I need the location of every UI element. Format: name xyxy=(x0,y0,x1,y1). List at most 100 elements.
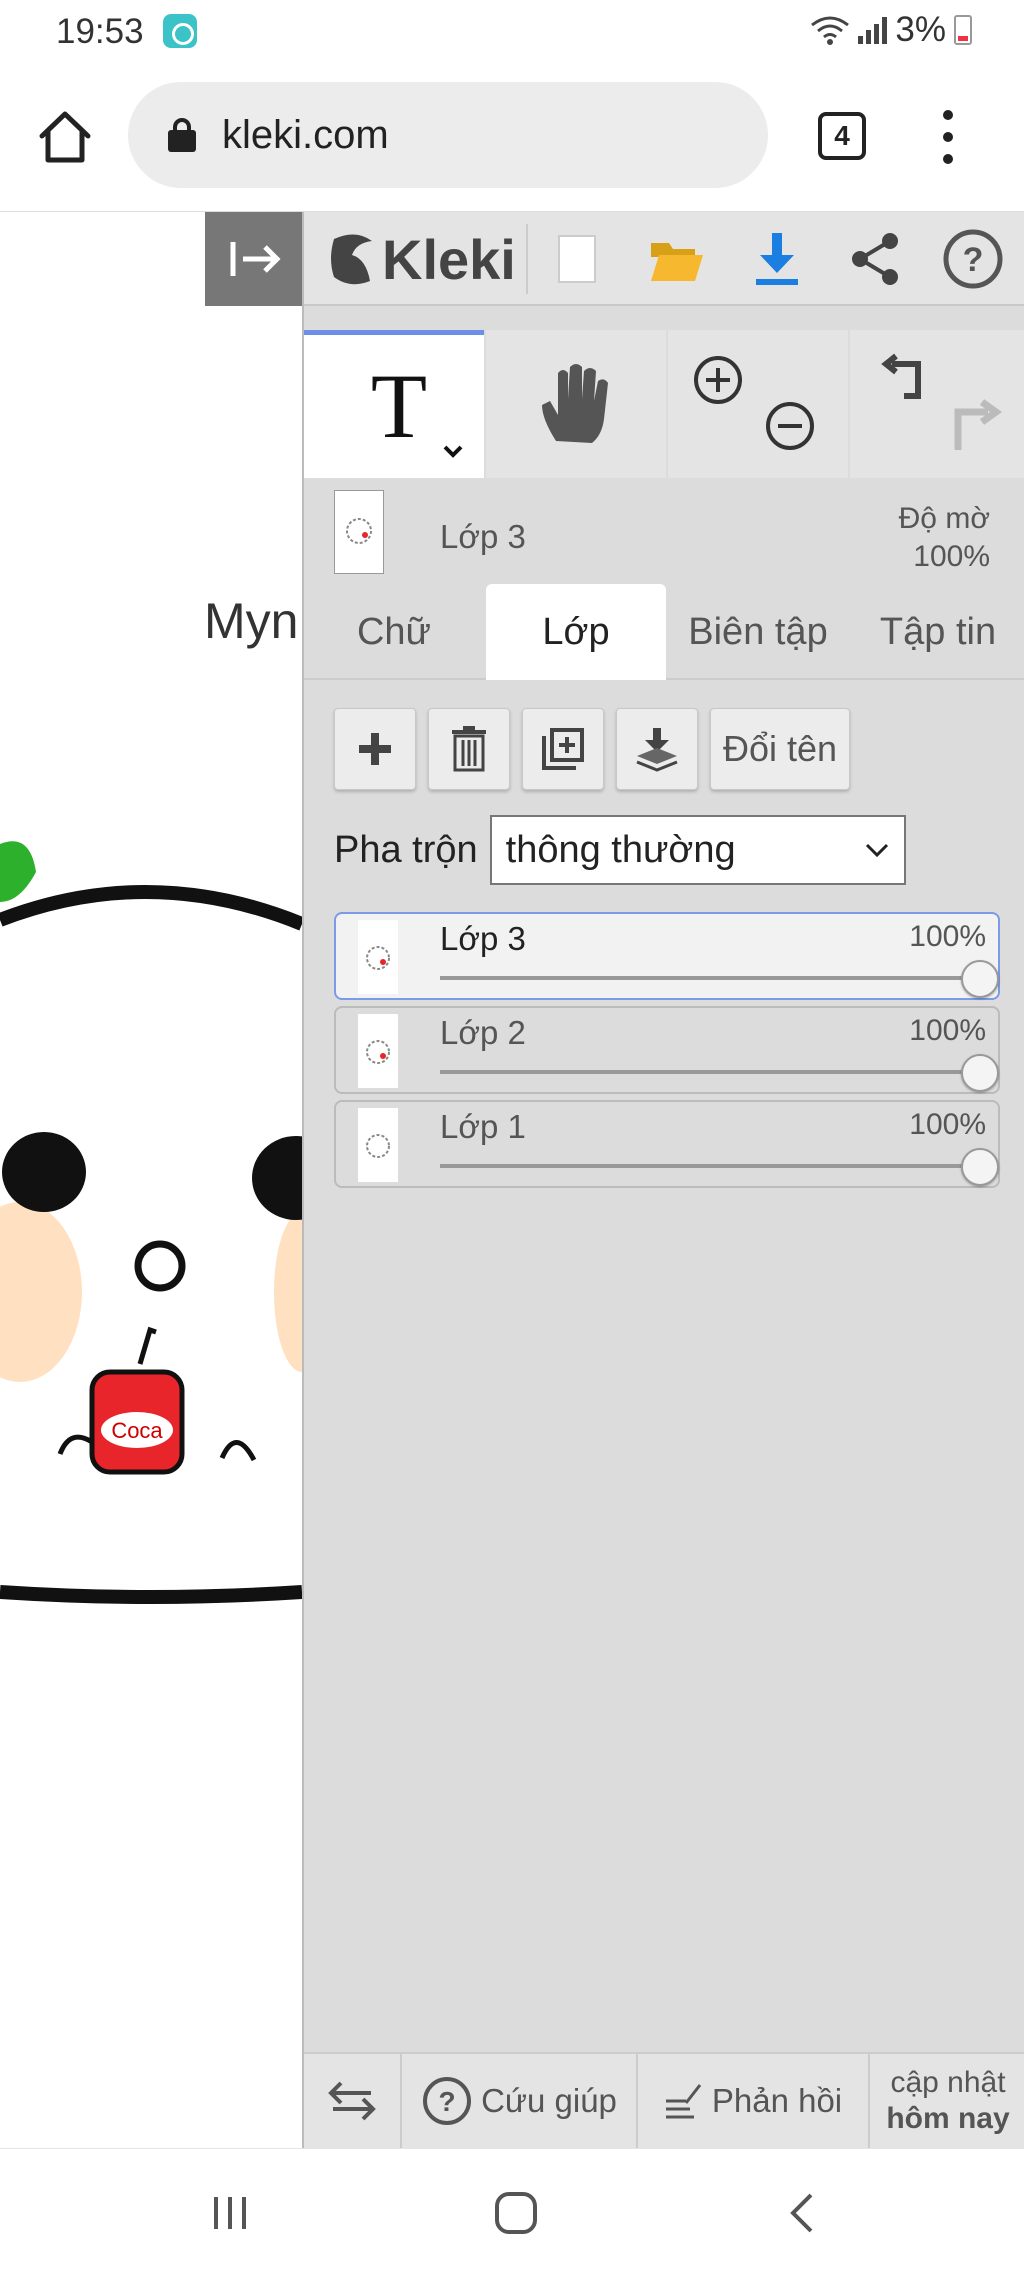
hand-tool-icon xyxy=(542,364,608,443)
battery-icon xyxy=(954,15,972,45)
zoom-buttons xyxy=(668,330,848,478)
layer-opacity: 100% xyxy=(909,1014,986,1047)
feedback-button[interactable]: Phản hồi xyxy=(638,2054,870,2148)
drawing-canvas[interactable]: Coca Myn xyxy=(0,212,302,2148)
tab-file[interactable]: Tập tin xyxy=(850,584,1024,680)
share-button[interactable] xyxy=(842,226,908,292)
canvas-text: Myn xyxy=(204,593,299,649)
update-info[interactable]: cập nhật hôm nay xyxy=(870,2054,1024,2148)
canvas-drawing: Coca xyxy=(0,841,302,1604)
layer-opacity-slider[interactable] xyxy=(440,1164,980,1168)
collapse-panel-button[interactable] xyxy=(205,212,302,306)
help-button[interactable]: ? xyxy=(940,226,1006,292)
bottom-bar: ? Cứu giúp Phản hồi cập nhật hôm nay xyxy=(304,2052,1024,2148)
add-layer-button[interactable] xyxy=(334,708,416,790)
layer-name: Lớp 1 xyxy=(440,1108,526,1145)
tab-text[interactable]: Chữ xyxy=(304,584,484,680)
panel-tabs: Chữ Lớp Biên tập Tập tin xyxy=(304,584,1024,680)
current-layer-thumbnail xyxy=(334,490,384,574)
kleki-logo[interactable]: Kleki xyxy=(326,226,516,292)
battery-percent: 3% xyxy=(895,10,946,49)
status-right: 3% xyxy=(810,10,972,50)
merge-down-icon xyxy=(636,728,678,772)
tab-layers[interactable]: Lớp xyxy=(486,584,666,680)
svg-text:T: T xyxy=(371,355,427,457)
blend-mode-label: Pha trộn xyxy=(334,828,478,871)
recents-button[interactable] xyxy=(190,2149,270,2276)
wifi-icon xyxy=(811,16,850,45)
open-file-button[interactable] xyxy=(644,226,710,292)
swap-icon xyxy=(328,2081,376,2121)
update-line2: hôm nay xyxy=(886,2102,1010,2135)
open-folder-icon xyxy=(651,243,703,281)
feedback-label: Phản hồi xyxy=(711,2082,843,2119)
merge-down-button[interactable] xyxy=(616,708,698,790)
help-circle-icon: ? xyxy=(423,2077,472,2125)
layer-item[interactable]: Lớp 2 100% xyxy=(334,1006,1000,1094)
duplicate-layer-button[interactable] xyxy=(522,708,604,790)
tab-edit[interactable]: Biên tập xyxy=(668,584,848,680)
layer-opacity: 100% xyxy=(909,1108,986,1141)
layer-name: Lớp 3 xyxy=(440,920,526,957)
duplicate-layer-icon xyxy=(542,728,584,770)
download-button[interactable] xyxy=(744,226,810,292)
delete-layer-button[interactable] xyxy=(428,708,510,790)
current-layer-opacity: Độ mờ 100% xyxy=(899,500,990,576)
blend-mode-value: thông thường xyxy=(505,828,736,871)
share-icon xyxy=(852,233,898,285)
home-nav-icon xyxy=(495,2192,537,2234)
new-file-icon xyxy=(558,235,596,283)
svg-text:?: ? xyxy=(439,2086,456,2117)
svg-text:?: ? xyxy=(963,241,984,279)
blend-mode-select[interactable]: thông thường xyxy=(489,815,906,885)
app-notification-icon xyxy=(163,14,197,48)
opacity-value: 100% xyxy=(913,540,990,573)
text-tool-button[interactable]: T xyxy=(304,330,484,478)
layer-opacity: 100% xyxy=(909,920,986,953)
zoom-in-icon[interactable] xyxy=(692,354,744,406)
swap-side-button[interactable] xyxy=(304,2054,402,2148)
layer-actions: Đổi tên xyxy=(334,708,851,790)
layer-opacity-handle[interactable] xyxy=(961,1054,999,1092)
layer-opacity-slider[interactable] xyxy=(440,1070,980,1074)
undo-redo-buttons xyxy=(850,330,1024,478)
redo-icon[interactable] xyxy=(942,396,1004,456)
back-button[interactable] xyxy=(762,2149,842,2276)
hand-tool-button[interactable] xyxy=(486,330,666,478)
browser-toolbar: kleki.com 4 xyxy=(0,62,1024,212)
tab-switcher-button[interactable]: 4 xyxy=(818,112,866,160)
delete-layer-icon xyxy=(452,726,486,772)
help-icon: ? xyxy=(943,229,1003,289)
status-bar: 19:53 3% xyxy=(0,0,1024,62)
current-layer-name: Lớp 3 xyxy=(440,518,526,555)
opacity-label: Độ mờ xyxy=(898,502,990,535)
rename-layer-button[interactable]: Đổi tên xyxy=(710,708,851,790)
help-label: Cứu giúp xyxy=(481,2082,617,2119)
layer-opacity-handle[interactable] xyxy=(961,1148,999,1186)
tool-row: T xyxy=(304,330,1024,478)
layer-thumbnail xyxy=(358,1108,398,1182)
home-icon[interactable] xyxy=(36,108,94,166)
collapse-panel-icon xyxy=(230,242,281,276)
blend-mode-row: Pha trộn thông thường xyxy=(334,815,906,885)
undo-icon[interactable] xyxy=(878,352,934,408)
layer-opacity-slider[interactable] xyxy=(440,976,980,980)
layer-opacity-handle[interactable] xyxy=(961,960,999,998)
logo-text: Kleki xyxy=(382,227,516,291)
feedback-icon xyxy=(665,2084,702,2119)
url-text: kleki.com xyxy=(222,112,389,157)
layer-item[interactable]: Lớp 3 100% xyxy=(334,912,1000,1000)
recents-icon xyxy=(214,2197,246,2229)
zoom-out-icon[interactable] xyxy=(764,400,816,452)
new-file-button[interactable] xyxy=(544,226,610,292)
help-bottom-button[interactable]: ? Cứu giúp xyxy=(402,2054,638,2148)
side-panel: Kleki ? T Lớp 3 Độ mờ 100% Chữ Lớp Biên … xyxy=(302,212,1024,2148)
logo-bird-icon xyxy=(331,234,372,285)
home-nav-button[interactable] xyxy=(476,2149,556,2276)
layer-thumbnail xyxy=(358,920,398,994)
chevron-down-icon xyxy=(865,843,888,858)
address-bar[interactable]: kleki.com xyxy=(128,82,768,188)
layer-item[interactable]: Lớp 1 100% xyxy=(334,1100,1000,1188)
download-icon xyxy=(756,233,798,285)
menu-dots-icon[interactable] xyxy=(936,110,960,164)
